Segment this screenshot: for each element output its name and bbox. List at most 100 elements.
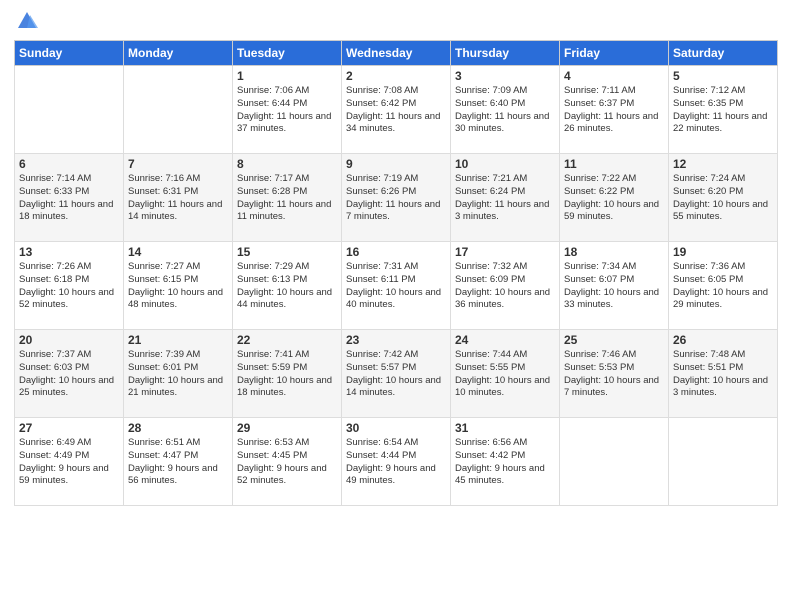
- day-cell: [560, 418, 669, 506]
- week-row-5: 27 Sunrise: 6:49 AMSunset: 4:49 PMDayligh…: [15, 418, 778, 506]
- day-header-saturday: Saturday: [669, 41, 778, 66]
- week-row-3: 13 Sunrise: 7:26 AMSunset: 6:18 PMDayligh…: [15, 242, 778, 330]
- day-number: 7: [128, 157, 228, 171]
- day-cell: 22 Sunrise: 7:41 AMSunset: 5:59 PMDayligh…: [233, 330, 342, 418]
- day-number: 9: [346, 157, 446, 171]
- day-info: Sunrise: 7:24 AMSunset: 6:20 PMDaylight:…: [673, 173, 773, 224]
- day-info: Sunrise: 7:16 AMSunset: 6:31 PMDaylight:…: [128, 173, 228, 224]
- day-cell: 24 Sunrise: 7:44 AMSunset: 5:55 PMDayligh…: [451, 330, 560, 418]
- day-header-monday: Monday: [124, 41, 233, 66]
- day-cell: [15, 66, 124, 154]
- logo: [14, 10, 38, 32]
- day-cell: 16 Sunrise: 7:31 AMSunset: 6:11 PMDayligh…: [342, 242, 451, 330]
- day-cell: 27 Sunrise: 6:49 AMSunset: 4:49 PMDayligh…: [15, 418, 124, 506]
- day-info: Sunrise: 7:08 AMSunset: 6:42 PMDaylight:…: [346, 85, 446, 136]
- day-number: 13: [19, 245, 119, 259]
- day-cell: 29 Sunrise: 6:53 AMSunset: 4:45 PMDayligh…: [233, 418, 342, 506]
- day-info: Sunrise: 7:09 AMSunset: 6:40 PMDaylight:…: [455, 85, 555, 136]
- day-info: Sunrise: 7:11 AMSunset: 6:37 PMDaylight:…: [564, 85, 664, 136]
- day-info: Sunrise: 6:53 AMSunset: 4:45 PMDaylight:…: [237, 437, 337, 488]
- day-info: Sunrise: 7:41 AMSunset: 5:59 PMDaylight:…: [237, 349, 337, 400]
- day-cell: 26 Sunrise: 7:48 AMSunset: 5:51 PMDayligh…: [669, 330, 778, 418]
- day-number: 25: [564, 333, 664, 347]
- day-number: 3: [455, 69, 555, 83]
- day-cell: 6 Sunrise: 7:14 AMSunset: 6:33 PMDaylight…: [15, 154, 124, 242]
- day-cell: 12 Sunrise: 7:24 AMSunset: 6:20 PMDayligh…: [669, 154, 778, 242]
- day-info: Sunrise: 7:26 AMSunset: 6:18 PMDaylight:…: [19, 261, 119, 312]
- day-info: Sunrise: 7:29 AMSunset: 6:13 PMDaylight:…: [237, 261, 337, 312]
- day-info: Sunrise: 7:34 AMSunset: 6:07 PMDaylight:…: [564, 261, 664, 312]
- day-number: 1: [237, 69, 337, 83]
- header: [14, 10, 778, 32]
- week-row-1: 1 Sunrise: 7:06 AMSunset: 6:44 PMDaylight…: [15, 66, 778, 154]
- week-row-4: 20 Sunrise: 7:37 AMSunset: 6:03 PMDayligh…: [15, 330, 778, 418]
- day-cell: 18 Sunrise: 7:34 AMSunset: 6:07 PMDayligh…: [560, 242, 669, 330]
- day-number: 31: [455, 421, 555, 435]
- day-cell: 4 Sunrise: 7:11 AMSunset: 6:37 PMDaylight…: [560, 66, 669, 154]
- day-info: Sunrise: 7:39 AMSunset: 6:01 PMDaylight:…: [128, 349, 228, 400]
- day-number: 22: [237, 333, 337, 347]
- day-header-wednesday: Wednesday: [342, 41, 451, 66]
- day-info: Sunrise: 7:27 AMSunset: 6:15 PMDaylight:…: [128, 261, 228, 312]
- day-number: 20: [19, 333, 119, 347]
- logo-icon: [16, 10, 38, 32]
- day-cell: 23 Sunrise: 7:42 AMSunset: 5:57 PMDayligh…: [342, 330, 451, 418]
- day-info: Sunrise: 7:31 AMSunset: 6:11 PMDaylight:…: [346, 261, 446, 312]
- day-cell: 14 Sunrise: 7:27 AMSunset: 6:15 PMDayligh…: [124, 242, 233, 330]
- day-number: 21: [128, 333, 228, 347]
- day-info: Sunrise: 6:56 AMSunset: 4:42 PMDaylight:…: [455, 437, 555, 488]
- day-cell: 1 Sunrise: 7:06 AMSunset: 6:44 PMDaylight…: [233, 66, 342, 154]
- day-number: 10: [455, 157, 555, 171]
- day-header-sunday: Sunday: [15, 41, 124, 66]
- day-number: 30: [346, 421, 446, 435]
- day-number: 23: [346, 333, 446, 347]
- day-number: 14: [128, 245, 228, 259]
- day-info: Sunrise: 7:44 AMSunset: 5:55 PMDaylight:…: [455, 349, 555, 400]
- day-info: Sunrise: 7:37 AMSunset: 6:03 PMDaylight:…: [19, 349, 119, 400]
- day-cell: 15Sunrise: 7:29 AMSunset: 6:13 PMDayligh…: [233, 242, 342, 330]
- day-number: 18: [564, 245, 664, 259]
- day-number: 12: [673, 157, 773, 171]
- day-info: Sunrise: 6:51 AMSunset: 4:47 PMDaylight:…: [128, 437, 228, 488]
- day-info: Sunrise: 7:19 AMSunset: 6:26 PMDaylight:…: [346, 173, 446, 224]
- day-info: Sunrise: 7:06 AMSunset: 6:44 PMDaylight:…: [237, 85, 337, 136]
- day-number: 24: [455, 333, 555, 347]
- day-number: 2: [346, 69, 446, 83]
- day-number: 26: [673, 333, 773, 347]
- day-cell: 25 Sunrise: 7:46 AMSunset: 5:53 PMDayligh…: [560, 330, 669, 418]
- week-row-2: 6 Sunrise: 7:14 AMSunset: 6:33 PMDaylight…: [15, 154, 778, 242]
- day-info: Sunrise: 7:36 AMSunset: 6:05 PMDaylight:…: [673, 261, 773, 312]
- day-cell: 17Sunrise: 7:32 AMSunset: 6:09 PMDayligh…: [451, 242, 560, 330]
- day-header-friday: Friday: [560, 41, 669, 66]
- day-cell: 8Sunrise: 7:17 AMSunset: 6:28 PMDaylight…: [233, 154, 342, 242]
- day-cell: 11Sunrise: 7:22 AMSunset: 6:22 PMDayligh…: [560, 154, 669, 242]
- day-number: 19: [673, 245, 773, 259]
- day-number: 5: [673, 69, 773, 83]
- day-info: Sunrise: 6:54 AMSunset: 4:44 PMDaylight:…: [346, 437, 446, 488]
- day-cell: 10 Sunrise: 7:21 AMSunset: 6:24 PMDayligh…: [451, 154, 560, 242]
- day-info: Sunrise: 7:21 AMSunset: 6:24 PMDaylight:…: [455, 173, 555, 224]
- day-info: Sunrise: 7:12 AMSunset: 6:35 PMDaylight:…: [673, 85, 773, 136]
- day-header-thursday: Thursday: [451, 41, 560, 66]
- day-info: Sunrise: 7:48 AMSunset: 5:51 PMDaylight:…: [673, 349, 773, 400]
- day-number: 27: [19, 421, 119, 435]
- day-cell: 13 Sunrise: 7:26 AMSunset: 6:18 PMDayligh…: [15, 242, 124, 330]
- day-cell: [124, 66, 233, 154]
- day-number: 28: [128, 421, 228, 435]
- day-number: 8: [237, 157, 337, 171]
- day-cell: 5 Sunrise: 7:12 AMSunset: 6:35 PMDaylight…: [669, 66, 778, 154]
- day-number: 4: [564, 69, 664, 83]
- day-cell: 31 Sunrise: 6:56 AMSunset: 4:42 PMDayligh…: [451, 418, 560, 506]
- day-info: Sunrise: 7:46 AMSunset: 5:53 PMDaylight:…: [564, 349, 664, 400]
- day-info: Sunrise: 7:14 AMSunset: 6:33 PMDaylight:…: [19, 173, 119, 224]
- calendar-table: SundayMondayTuesdayWednesdayThursdayFrid…: [14, 40, 778, 506]
- day-number: 16: [346, 245, 446, 259]
- day-cell: 30 Sunrise: 6:54 AMSunset: 4:44 PMDayligh…: [342, 418, 451, 506]
- day-info: Sunrise: 7:42 AMSunset: 5:57 PMDaylight:…: [346, 349, 446, 400]
- day-number: 6: [19, 157, 119, 171]
- day-cell: 3 Sunrise: 7:09 AMSunset: 6:40 PMDaylight…: [451, 66, 560, 154]
- day-number: 29: [237, 421, 337, 435]
- day-info: Sunrise: 7:32 AMSunset: 6:09 PMDaylight:…: [455, 261, 555, 312]
- day-cell: 21 Sunrise: 7:39 AMSunset: 6:01 PMDayligh…: [124, 330, 233, 418]
- day-info: Sunrise: 6:49 AMSunset: 4:49 PMDaylight:…: [19, 437, 119, 488]
